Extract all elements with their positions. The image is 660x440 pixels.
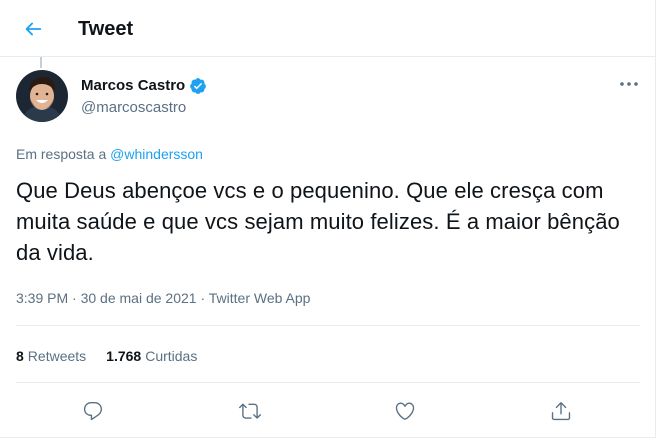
tweet-time[interactable]: 3:39 PM: [16, 290, 68, 306]
like-icon: [395, 402, 415, 420]
verified-badge-icon: [189, 77, 207, 95]
reply-mention-link[interactable]: @whindersson: [110, 146, 203, 162]
tweet-source[interactable]: Twitter Web App: [209, 290, 311, 306]
retweets-label: Retweets: [27, 348, 87, 364]
likes-count: 1.768: [106, 348, 142, 364]
retweet-icon: [239, 403, 261, 419]
tweet-text: Que Deus abençoe vcs e o pequenino. Que …: [16, 178, 620, 265]
share-button[interactable]: [547, 397, 575, 425]
reply-button[interactable]: [79, 397, 107, 425]
more-options-button[interactable]: [614, 74, 644, 94]
back-button[interactable]: [20, 16, 46, 42]
tweet-frame: Tweet Marcos Castro @marcoscastro Em res…: [0, 0, 656, 438]
page-header: Tweet: [0, 0, 656, 57]
tweet-stats: 8 Retweets 1.768 Curtidas: [16, 347, 197, 365]
divider: [16, 382, 640, 383]
reply-icon: [83, 402, 103, 421]
tweet-date[interactable]: 30 de mai de 2021: [81, 290, 197, 306]
avatar[interactable]: [16, 70, 68, 122]
avatar-image: [16, 70, 68, 122]
likes-stat[interactable]: 1.768 Curtidas: [106, 347, 197, 365]
more-icon: [620, 82, 638, 86]
retweet-button[interactable]: [236, 397, 264, 425]
tweet-meta: 3:39 PM · 30 de mai de 2021 · Twitter We…: [16, 289, 310, 307]
divider: [16, 325, 640, 326]
retweets-stat[interactable]: 8 Retweets: [16, 347, 86, 365]
meta-separator: ·: [68, 290, 81, 306]
retweets-count: 8: [16, 348, 24, 364]
author-name-row: Marcos Castro: [81, 77, 207, 95]
share-icon: [551, 402, 571, 421]
reply-context: Em resposta a @whindersson: [16, 145, 203, 163]
thread-line: [40, 57, 42, 68]
like-button[interactable]: [391, 397, 419, 425]
author-name[interactable]: Marcos Castro: [81, 77, 185, 95]
author-handle[interactable]: @marcoscastro: [81, 99, 186, 117]
likes-label: Curtidas: [145, 348, 198, 364]
meta-separator: ·: [196, 290, 209, 306]
arrow-left-icon: [25, 22, 42, 36]
reply-prefix: Em resposta a: [16, 146, 111, 162]
page-title: Tweet: [78, 18, 134, 40]
